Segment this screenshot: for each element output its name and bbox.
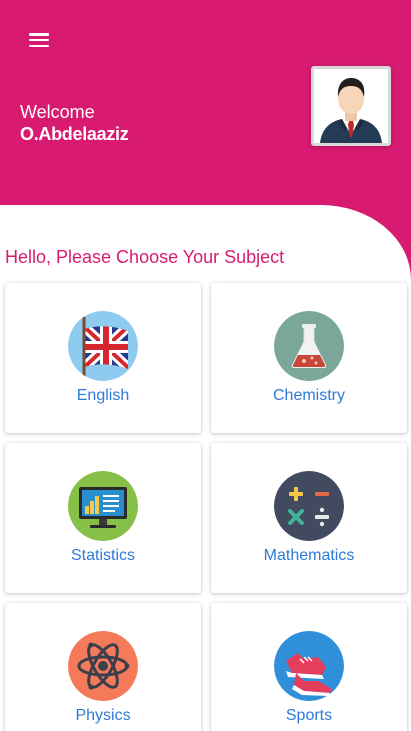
subject-label: English — [76, 387, 130, 404]
subject-label: Statistics — [70, 547, 135, 564]
flask-icon — [274, 311, 344, 381]
subject-label: Mathematics — [263, 547, 355, 564]
atom-icon — [68, 631, 138, 701]
subject-prompt: Hello, Please Choose Your Subject — [5, 247, 285, 267]
subject-label: Sports — [285, 707, 333, 724]
uk-flag-icon — [68, 311, 138, 381]
username-label: O.Abdelaaziz — [20, 124, 129, 144]
welcome-label: Welcome — [20, 102, 95, 122]
subject-card-sports[interactable]: Sports — [211, 603, 407, 731]
subject-card-physics[interactable]: Physics — [5, 603, 201, 731]
menu-icon[interactable] — [28, 31, 50, 49]
monitor-chart-icon — [68, 471, 138, 541]
math-operators-icon — [274, 471, 344, 541]
subject-card-statistics[interactable]: Statistics — [5, 443, 201, 593]
subject-card-english[interactable]: English — [5, 283, 201, 433]
subject-card-chemistry[interactable]: Chemistry — [211, 283, 407, 433]
subject-label: Chemistry — [272, 387, 345, 404]
avatar[interactable] — [311, 66, 391, 146]
subject-label: Physics — [75, 707, 131, 724]
subject-card-mathematics[interactable]: Mathematics — [211, 443, 407, 593]
sneakers-icon — [274, 631, 344, 701]
